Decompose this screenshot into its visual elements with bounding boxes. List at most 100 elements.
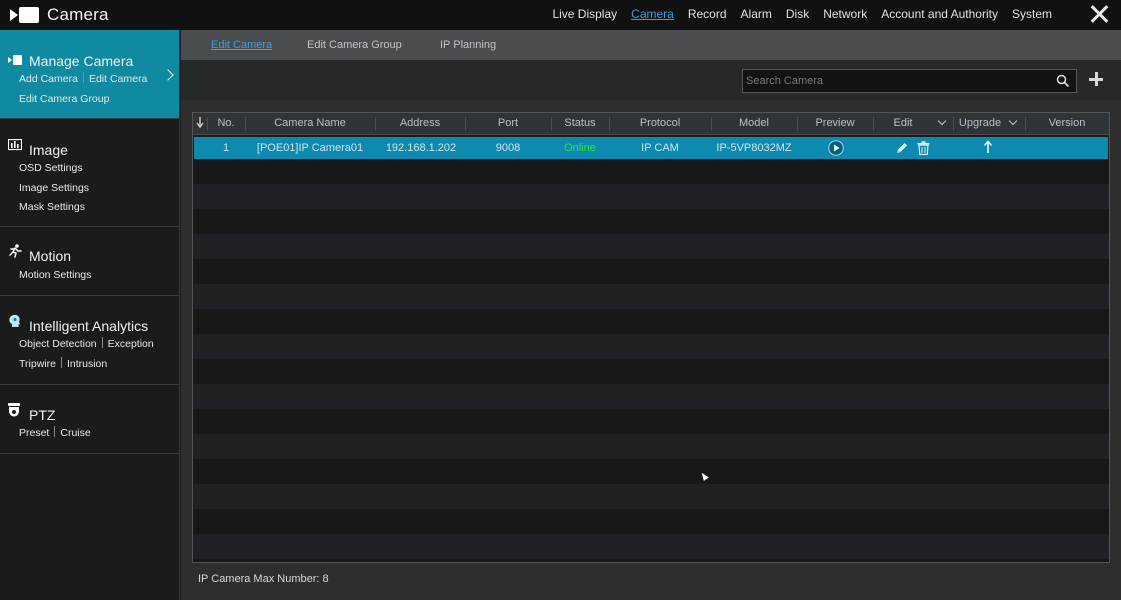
sidebar-title-image: Image xyxy=(29,142,68,158)
motion-runner-icon xyxy=(9,244,22,258)
table-row-empty xyxy=(193,509,1109,534)
top-bar: Camera Live Display Camera Record Alarm … xyxy=(0,0,1121,30)
camera-icon xyxy=(8,55,22,65)
sidebar-link-osd-settings[interactable]: OSD Settings xyxy=(19,162,83,174)
sidebar-link-motion-settings[interactable]: Motion Settings xyxy=(19,269,91,281)
topnav-alarm[interactable]: Alarm xyxy=(734,7,779,22)
tab-bar: Edit Camera Edit Camera Group IP Plannin… xyxy=(181,30,1121,60)
cell-port: 9008 xyxy=(495,142,521,154)
top-nav: Live Display Camera Record Alarm Disk Ne… xyxy=(545,7,1059,22)
search-icon[interactable] xyxy=(1056,74,1070,88)
main-panel: Edit Camera Edit Camera Group IP Plannin… xyxy=(181,30,1121,600)
play-preview-icon[interactable] xyxy=(828,140,844,156)
sort-down-arrow-icon[interactable] xyxy=(196,117,204,129)
table-row[interactable]: 1 [POE01]IP Camera01 192.168.1.202 9008 … xyxy=(194,137,1108,159)
delete-trash-icon[interactable] xyxy=(917,141,930,155)
divider xyxy=(101,337,103,348)
col-header-status[interactable]: Status xyxy=(551,117,609,129)
camera-table: No. Camera Name Address Port Status Prot… xyxy=(192,112,1110,563)
topnav-disk[interactable]: Disk xyxy=(779,7,816,22)
sidebar-section-intelligent-analytics[interactable]: Intelligent Analytics Object Detection Ex… xyxy=(0,296,179,385)
chevron-down-icon[interactable] xyxy=(937,116,947,126)
col-header-no[interactable]: No. xyxy=(207,117,245,129)
tab-edit-camera[interactable]: Edit Camera xyxy=(211,39,272,51)
edit-pencil-icon[interactable] xyxy=(895,141,909,155)
col-header-address[interactable]: Address xyxy=(375,117,465,129)
cell-camera-name: [POE01]IP Camera01 xyxy=(256,142,364,154)
sidebar-link-object-detection[interactable]: Object Detection xyxy=(19,338,97,350)
table-row-empty xyxy=(193,234,1109,259)
sidebar-section-image[interactable]: Image OSD Settings Image Settings Mask S… xyxy=(0,119,179,227)
cell-address: 192.168.1.202 xyxy=(385,142,457,154)
cell-no: 1 xyxy=(222,142,230,154)
upgrade-arrow-up-icon[interactable] xyxy=(983,140,993,154)
cell-protocol: IP CAM xyxy=(641,142,679,154)
table-row-empty xyxy=(193,159,1109,184)
table-row-empty xyxy=(193,184,1109,209)
table-row-empty xyxy=(193,359,1109,384)
col-header-upgrade[interactable]: Upgrade xyxy=(955,117,1005,129)
topnav-live-display[interactable]: Live Display xyxy=(545,7,624,22)
col-header-preview[interactable]: Preview xyxy=(797,117,873,129)
topnav-camera[interactable]: Camera xyxy=(624,7,681,22)
table-row-empty xyxy=(193,434,1109,459)
table-row-empty xyxy=(193,384,1109,409)
chevron-down-icon[interactable] xyxy=(1008,116,1018,126)
camera-icon xyxy=(10,7,40,23)
sidebar-link-add-camera[interactable]: Add Camera xyxy=(19,73,78,85)
app-brand: Camera xyxy=(10,3,109,27)
close-icon[interactable] xyxy=(1089,4,1109,24)
cell-model: IP-5VP8032MZ xyxy=(716,142,792,154)
image-settings-icon xyxy=(8,139,22,151)
sidebar-link-preset[interactable]: Preset xyxy=(19,427,49,439)
ptz-dome-icon xyxy=(8,403,20,417)
table-row-empty xyxy=(193,484,1109,509)
table-row-empty xyxy=(193,309,1109,334)
table-row-empty xyxy=(193,459,1109,484)
table-row-empty xyxy=(193,334,1109,359)
sidebar-link-exception[interactable]: Exception xyxy=(108,338,154,350)
col-header-version[interactable]: Version xyxy=(1025,117,1109,129)
topnav-record[interactable]: Record xyxy=(681,7,734,22)
divider xyxy=(54,426,56,437)
col-header-camera-name[interactable]: Camera Name xyxy=(245,117,375,129)
table-row-empty xyxy=(193,559,1109,562)
sidebar-section-manage-camera[interactable]: Manage Camera Add Camera Edit Camera Edit… xyxy=(0,30,179,119)
sidebar-title-manage-camera: Manage Camera xyxy=(29,53,134,69)
divider xyxy=(60,356,62,368)
col-header-port[interactable]: Port xyxy=(465,117,551,129)
table-row-empty xyxy=(193,284,1109,309)
topnav-account-authority[interactable]: Account and Authority xyxy=(874,7,1005,22)
sidebar-title-intelligent-analytics: Intelligent Analytics xyxy=(29,318,149,334)
add-camera-button[interactable] xyxy=(1086,69,1106,91)
table-row-empty xyxy=(193,259,1109,284)
search-box xyxy=(742,69,1077,93)
cell-status: Online xyxy=(564,142,596,154)
topnav-system[interactable]: System xyxy=(1005,7,1059,22)
sidebar-link-mask-settings[interactable]: Mask Settings xyxy=(19,201,85,213)
sidebar-section-motion[interactable]: Motion Motion Settings xyxy=(0,227,179,296)
col-header-protocol[interactable]: Protocol xyxy=(609,117,711,129)
sidebar-title-motion: Motion xyxy=(29,248,72,264)
table-row-empty xyxy=(193,534,1109,559)
table-header: No. Camera Name Address Port Status Prot… xyxy=(193,113,1109,135)
app-title: Camera xyxy=(47,5,109,24)
sidebar-link-image-settings[interactable]: Image Settings xyxy=(19,182,89,194)
tab-ip-planning[interactable]: IP Planning xyxy=(440,39,496,51)
topnav-network[interactable]: Network xyxy=(816,7,874,22)
sidebar-section-ptz[interactable]: PTZ Preset Cruise xyxy=(0,385,179,454)
search-input[interactable] xyxy=(743,70,1053,92)
divider xyxy=(82,72,84,83)
sidebar-link-edit-camera-group[interactable]: Edit Camera Group xyxy=(19,93,109,105)
table-row-empty xyxy=(193,209,1109,234)
sidebar-link-cruise[interactable]: Cruise xyxy=(60,427,90,439)
sidebar-link-intrusion[interactable]: Intrusion xyxy=(67,358,107,370)
tab-edit-camera-group[interactable]: Edit Camera Group xyxy=(307,39,402,51)
sidebar: Manage Camera Add Camera Edit Camera Edit… xyxy=(0,30,180,600)
sidebar-link-tripwire[interactable]: Tripwire xyxy=(19,358,56,370)
ip-camera-max-number: IP Camera Max Number: 8 xyxy=(198,573,329,585)
table-row-empty xyxy=(193,409,1109,434)
col-header-model[interactable]: Model xyxy=(711,117,797,129)
col-header-edit[interactable]: Edit xyxy=(873,117,933,129)
sidebar-link-edit-camera[interactable]: Edit Camera xyxy=(89,73,147,85)
